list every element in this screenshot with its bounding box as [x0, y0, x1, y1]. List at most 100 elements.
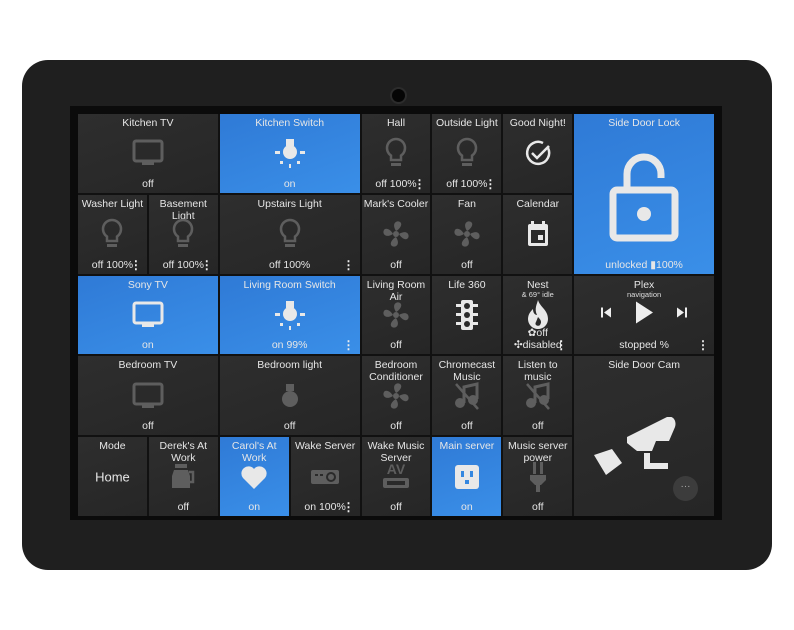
tile-status: off	[461, 420, 473, 433]
tile-title: Fan	[457, 197, 476, 210]
mode-value[interactable]: Home	[78, 469, 147, 484]
tile-living-room-switch[interactable]: Living Room Switch on 99% ⋮	[219, 275, 360, 355]
tile-title: Chromecast Music	[438, 359, 496, 384]
bulb-solid-icon	[280, 382, 300, 410]
tile-title: Good Night!	[509, 117, 566, 129]
tile-title: Side Door Cam	[608, 359, 680, 372]
bulb-on-icon	[272, 135, 308, 171]
tile-living-room-air[interactable]: Living Room Air off	[361, 275, 431, 355]
more-vert-icon[interactable]: ⋮	[343, 501, 355, 513]
tile-dereks-at-work[interactable]: Derek's At Work off	[148, 437, 218, 516]
bulb-on-icon	[272, 297, 308, 333]
tile-status: off	[532, 420, 544, 433]
play-icon[interactable]	[634, 300, 654, 329]
next-icon[interactable]	[676, 306, 688, 324]
tile-sony-tv[interactable]: Sony TV on	[78, 275, 218, 355]
tile-upstairs-light[interactable]: Upstairs Light off 100% ⋮	[219, 194, 360, 274]
more-vert-icon[interactable]: ⋮	[555, 339, 567, 351]
tile-marks-cooler[interactable]: Mark's Cooler off	[361, 194, 431, 274]
tile-nest[interactable]: Nest & 69° idle ✿off ✣disabled ⋮	[503, 275, 573, 355]
tile-outside-light[interactable]: Outside Light off 100% ⋮	[432, 114, 502, 193]
tile-kitchen-switch[interactable]: Kitchen Switch on	[219, 114, 360, 193]
tile-title: Kitchen TV	[122, 117, 174, 129]
tile-status: off	[177, 501, 190, 513]
tile-basement-light[interactable]: Basement Light off 100% ⋮	[148, 194, 218, 274]
tile-title: Washer Light	[81, 197, 144, 210]
tv-on-icon	[131, 300, 165, 330]
tile-title: Kitchen Switch	[255, 117, 325, 129]
tile-wake-music-server[interactable]: Wake Music Server AV off	[361, 437, 431, 516]
tile-status: off	[390, 420, 402, 433]
tile-status: off	[390, 501, 402, 513]
tile-plex[interactable]: Plex navigation stopped % ⋮	[574, 275, 714, 355]
tile-title: Listen to music	[517, 359, 558, 384]
tile-status: unlocked ▮100%	[605, 258, 683, 271]
bulb-icon	[278, 218, 302, 250]
flame-icon	[526, 299, 550, 331]
more-vert-icon[interactable]: ⋮	[343, 259, 355, 271]
tile-side-door-cam[interactable]: Side Door Cam ···	[574, 356, 714, 516]
tv-icon	[131, 138, 165, 168]
plug-icon	[529, 461, 547, 493]
tile-bedroom-conditioner[interactable]: Bedroom Conditioner off	[361, 356, 431, 436]
more-vert-icon[interactable]: ⋮	[413, 178, 425, 190]
tile-kitchen-tv[interactable]: Kitchen TV off	[78, 114, 218, 193]
tile-calendar[interactable]: Calendar	[503, 194, 573, 274]
more-vert-icon[interactable]: ⋮	[343, 339, 355, 351]
tile-life-360[interactable]: Life 360	[432, 275, 502, 355]
tile-fan[interactable]: Fan off	[432, 194, 502, 274]
more-vert-icon[interactable]: ⋮	[484, 178, 496, 190]
tile-carols-at-work[interactable]: Carol's At Work on	[219, 437, 289, 516]
tile-washer-light[interactable]: Washer Light off 100% ⋮	[78, 194, 147, 274]
tile-title: Main server	[439, 440, 495, 453]
more-button[interactable]: ···	[672, 476, 698, 501]
tile-music-server-power[interactable]: Music server power off	[503, 437, 573, 516]
front-camera	[390, 87, 407, 104]
tile-title: Mode	[99, 440, 126, 453]
tile-title: Derek's At Work	[159, 440, 208, 465]
more-vert-icon[interactable]: ⋮	[130, 259, 142, 271]
tile-title: Living Room Air	[366, 278, 426, 303]
tile-main-server[interactable]: Main server on	[432, 437, 502, 516]
previous-icon[interactable]	[600, 306, 612, 324]
tile-title: Bedroom light	[257, 359, 323, 372]
tile-wake-server[interactable]: Wake Server on 100% ⋮	[290, 437, 360, 516]
tile-bedroom-tv[interactable]: Bedroom TV off	[78, 356, 218, 436]
dashboard-grid: Kitchen TV off Kitchen Switch on Hall off 100…	[78, 114, 714, 516]
tile-title: Calendar	[516, 197, 560, 210]
av-receiver-icon: AV	[381, 461, 411, 493]
tile-status: on	[248, 501, 261, 513]
tile-title: Life 360	[448, 278, 486, 291]
traffic-light-icon	[455, 299, 478, 331]
lock-open-icon	[609, 152, 679, 242]
cctv-icon	[592, 417, 682, 487]
tile-title: Upstairs Light	[257, 197, 322, 210]
tile-side-door-lock[interactable]: Side Door Lock unlocked ▮100%	[574, 114, 714, 274]
fan-icon	[381, 219, 411, 249]
projector-icon	[310, 467, 340, 487]
tile-title: Wake Server	[294, 440, 356, 453]
tile-hall[interactable]: Hall off 100% ⋮	[361, 114, 431, 193]
fan-icon	[381, 381, 411, 411]
music-off-icon	[453, 381, 481, 411]
check-circle-icon	[523, 138, 553, 168]
tile-status: on	[142, 339, 154, 352]
tile-status: on	[461, 501, 473, 513]
tile-status: off	[390, 339, 402, 352]
bulb-icon	[455, 137, 479, 169]
tile-chromecast-music[interactable]: Chromecast Music off	[432, 356, 502, 436]
more-vert-icon[interactable]: ⋮	[201, 259, 213, 271]
tile-status: off	[532, 501, 544, 513]
tile-bedroom-light[interactable]: Bedroom light off	[219, 356, 360, 436]
tile-title: Carol's At Work	[231, 440, 277, 465]
tile-listen-to-music[interactable]: Listen to music off	[503, 356, 573, 436]
tile-good-night[interactable]: Good Night!	[503, 114, 573, 193]
tile-status: on	[283, 177, 296, 190]
bulb-icon	[171, 218, 195, 250]
more-vert-icon[interactable]: ⋮	[697, 339, 709, 351]
tile-mode[interactable]: Mode Home	[78, 437, 147, 516]
fan-icon	[452, 219, 482, 249]
tile-subtitle: & 69° idle	[521, 289, 554, 299]
tile-status: off 100%	[269, 258, 311, 271]
tile-title: Sony TV	[127, 278, 168, 291]
